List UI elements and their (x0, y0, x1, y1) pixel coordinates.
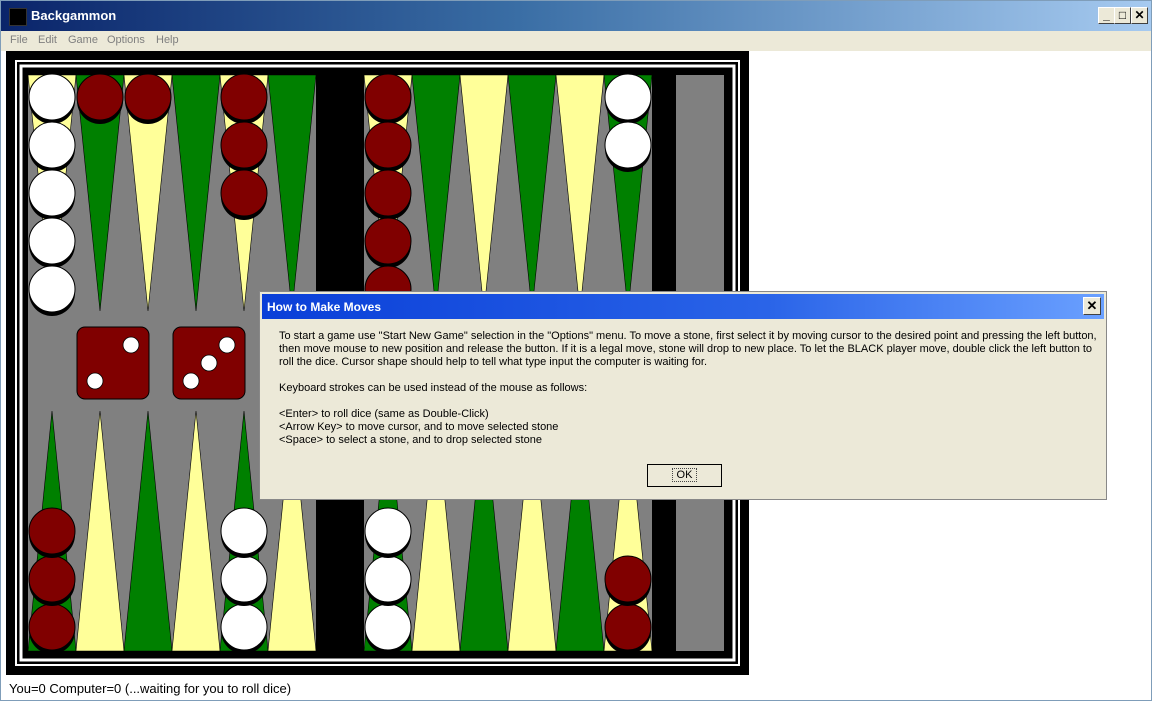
minimize-button[interactable]: _ (1098, 7, 1115, 24)
window-title: Backgammon (31, 8, 117, 23)
die-pip (122, 336, 140, 354)
white-stone (220, 507, 268, 555)
help-dialog: How to Make Moves ✕ To start a game use … (259, 291, 1107, 500)
white-stone (604, 121, 652, 169)
red-stone (124, 73, 172, 121)
dialog-title-bar[interactable]: How to Make Moves ✕ (262, 294, 1104, 319)
white-stone (220, 603, 268, 651)
red-stone (220, 169, 268, 217)
instructions-paragraph: To start a game use "Start New Game" sel… (279, 330, 1097, 368)
die-pip (200, 354, 218, 372)
red-stone (604, 555, 652, 603)
red-stone (364, 73, 412, 121)
close-button[interactable]: ✕ (1131, 7, 1148, 24)
red-stone (76, 73, 124, 121)
red-stone (604, 603, 652, 651)
die-pip (218, 336, 236, 354)
white-stone (364, 603, 412, 651)
white-stone (364, 555, 412, 603)
white-stone (28, 121, 76, 169)
red-stone (364, 121, 412, 169)
white-stone (604, 73, 652, 121)
menu-file[interactable]: File (10, 34, 28, 46)
app-icon[interactable] (9, 8, 27, 26)
die-pip (86, 372, 104, 390)
app-window: Backgammon _ □ ✕ File Edit Game Options … (0, 0, 1152, 701)
white-stone (28, 73, 76, 121)
die-pip (182, 372, 200, 390)
white-stone (220, 555, 268, 603)
maximize-button[interactable]: □ (1114, 7, 1131, 24)
dialog-body: To start a game use "Start New Game" sel… (279, 330, 1099, 447)
menu-help[interactable]: Help (156, 34, 179, 46)
white-stone (28, 217, 76, 265)
white-stone (364, 507, 412, 555)
menu-options[interactable]: Options (107, 34, 145, 46)
white-stone (28, 169, 76, 217)
ok-button[interactable]: OK (647, 464, 722, 487)
red-stone (364, 169, 412, 217)
menu-edit[interactable]: Edit (38, 34, 57, 46)
keyboard-arrow: <Arrow Key> to move cursor, and to move … (279, 421, 559, 433)
menu-bar: File Edit Game Options Help (1, 31, 1151, 51)
red-stone (220, 121, 268, 169)
ok-label: OK (671, 468, 698, 482)
title-bar[interactable]: Backgammon _ □ ✕ (1, 1, 1151, 31)
status-bar: You=0 Computer=0 (...waiting for you to … (9, 681, 292, 696)
dialog-title: How to Make Moves (267, 300, 382, 314)
keyboard-intro: Keyboard strokes can be used instead of … (279, 382, 588, 394)
red-stone (28, 507, 76, 555)
red-stone (28, 603, 76, 651)
red-stone (28, 555, 76, 603)
keyboard-enter: <Enter> to roll dice (same as Double-Cli… (279, 408, 489, 420)
red-stone (220, 73, 268, 121)
keyboard-space: <Space> to select a stone, and to drop s… (279, 434, 542, 446)
die (76, 326, 150, 400)
menu-game[interactable]: Game (68, 34, 98, 46)
white-stone (28, 265, 76, 313)
dialog-close-button[interactable]: ✕ (1083, 297, 1101, 315)
red-stone (364, 217, 412, 265)
